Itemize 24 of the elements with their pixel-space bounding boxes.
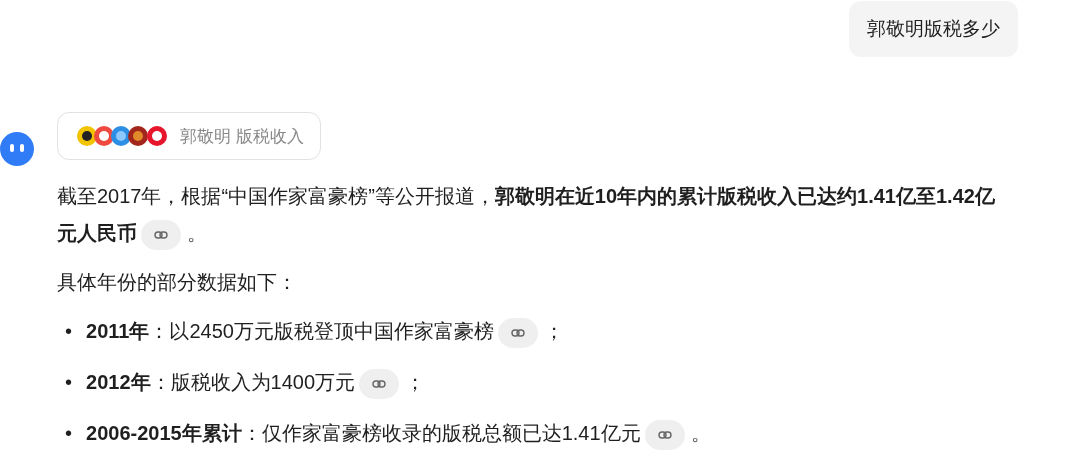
list-item: 2012年：版税收入为1400万元 ； bbox=[86, 364, 425, 401]
link-icon bbox=[657, 429, 672, 440]
sources-card[interactable]: 郭敬明 版税收入 bbox=[57, 112, 321, 160]
source-logo-icon bbox=[76, 125, 98, 147]
link-button[interactable] bbox=[644, 419, 685, 450]
source-logo-icon bbox=[110, 125, 132, 147]
bullet: • bbox=[65, 370, 72, 395]
link-button[interactable] bbox=[141, 219, 181, 250]
list-item: 2006-2015年累计：仅作家富豪榜收录的版税总额已达1.41亿元 。 bbox=[86, 415, 711, 452]
link-button[interactable] bbox=[359, 368, 399, 399]
link-icon bbox=[510, 327, 525, 338]
link-icon bbox=[372, 378, 386, 389]
source-logo-icon bbox=[93, 125, 115, 147]
link-button[interactable] bbox=[497, 317, 538, 348]
answer-paragraph: 截至2017年，根据“中国作家富豪榜”等公开报道，郭敬明在近10年内的累计版税收入已达约1.41亿至1.42亿元人民币 。 bbox=[57, 178, 997, 252]
source-logo-icon bbox=[146, 125, 168, 147]
bullet: • bbox=[65, 319, 72, 344]
list-heading: 具体年份的部分数据如下： bbox=[57, 270, 298, 295]
source-logo-icon bbox=[127, 125, 149, 147]
link-icon bbox=[154, 229, 168, 240]
bullet: • bbox=[65, 421, 72, 446]
list-item: 2011年：以2450万元版税登顶中国作家富豪榜 ； bbox=[86, 313, 564, 350]
sources-label: 郭敬明 版税收入 bbox=[180, 125, 304, 148]
user-message: 郭敬明版税多少 bbox=[849, 1, 1018, 57]
